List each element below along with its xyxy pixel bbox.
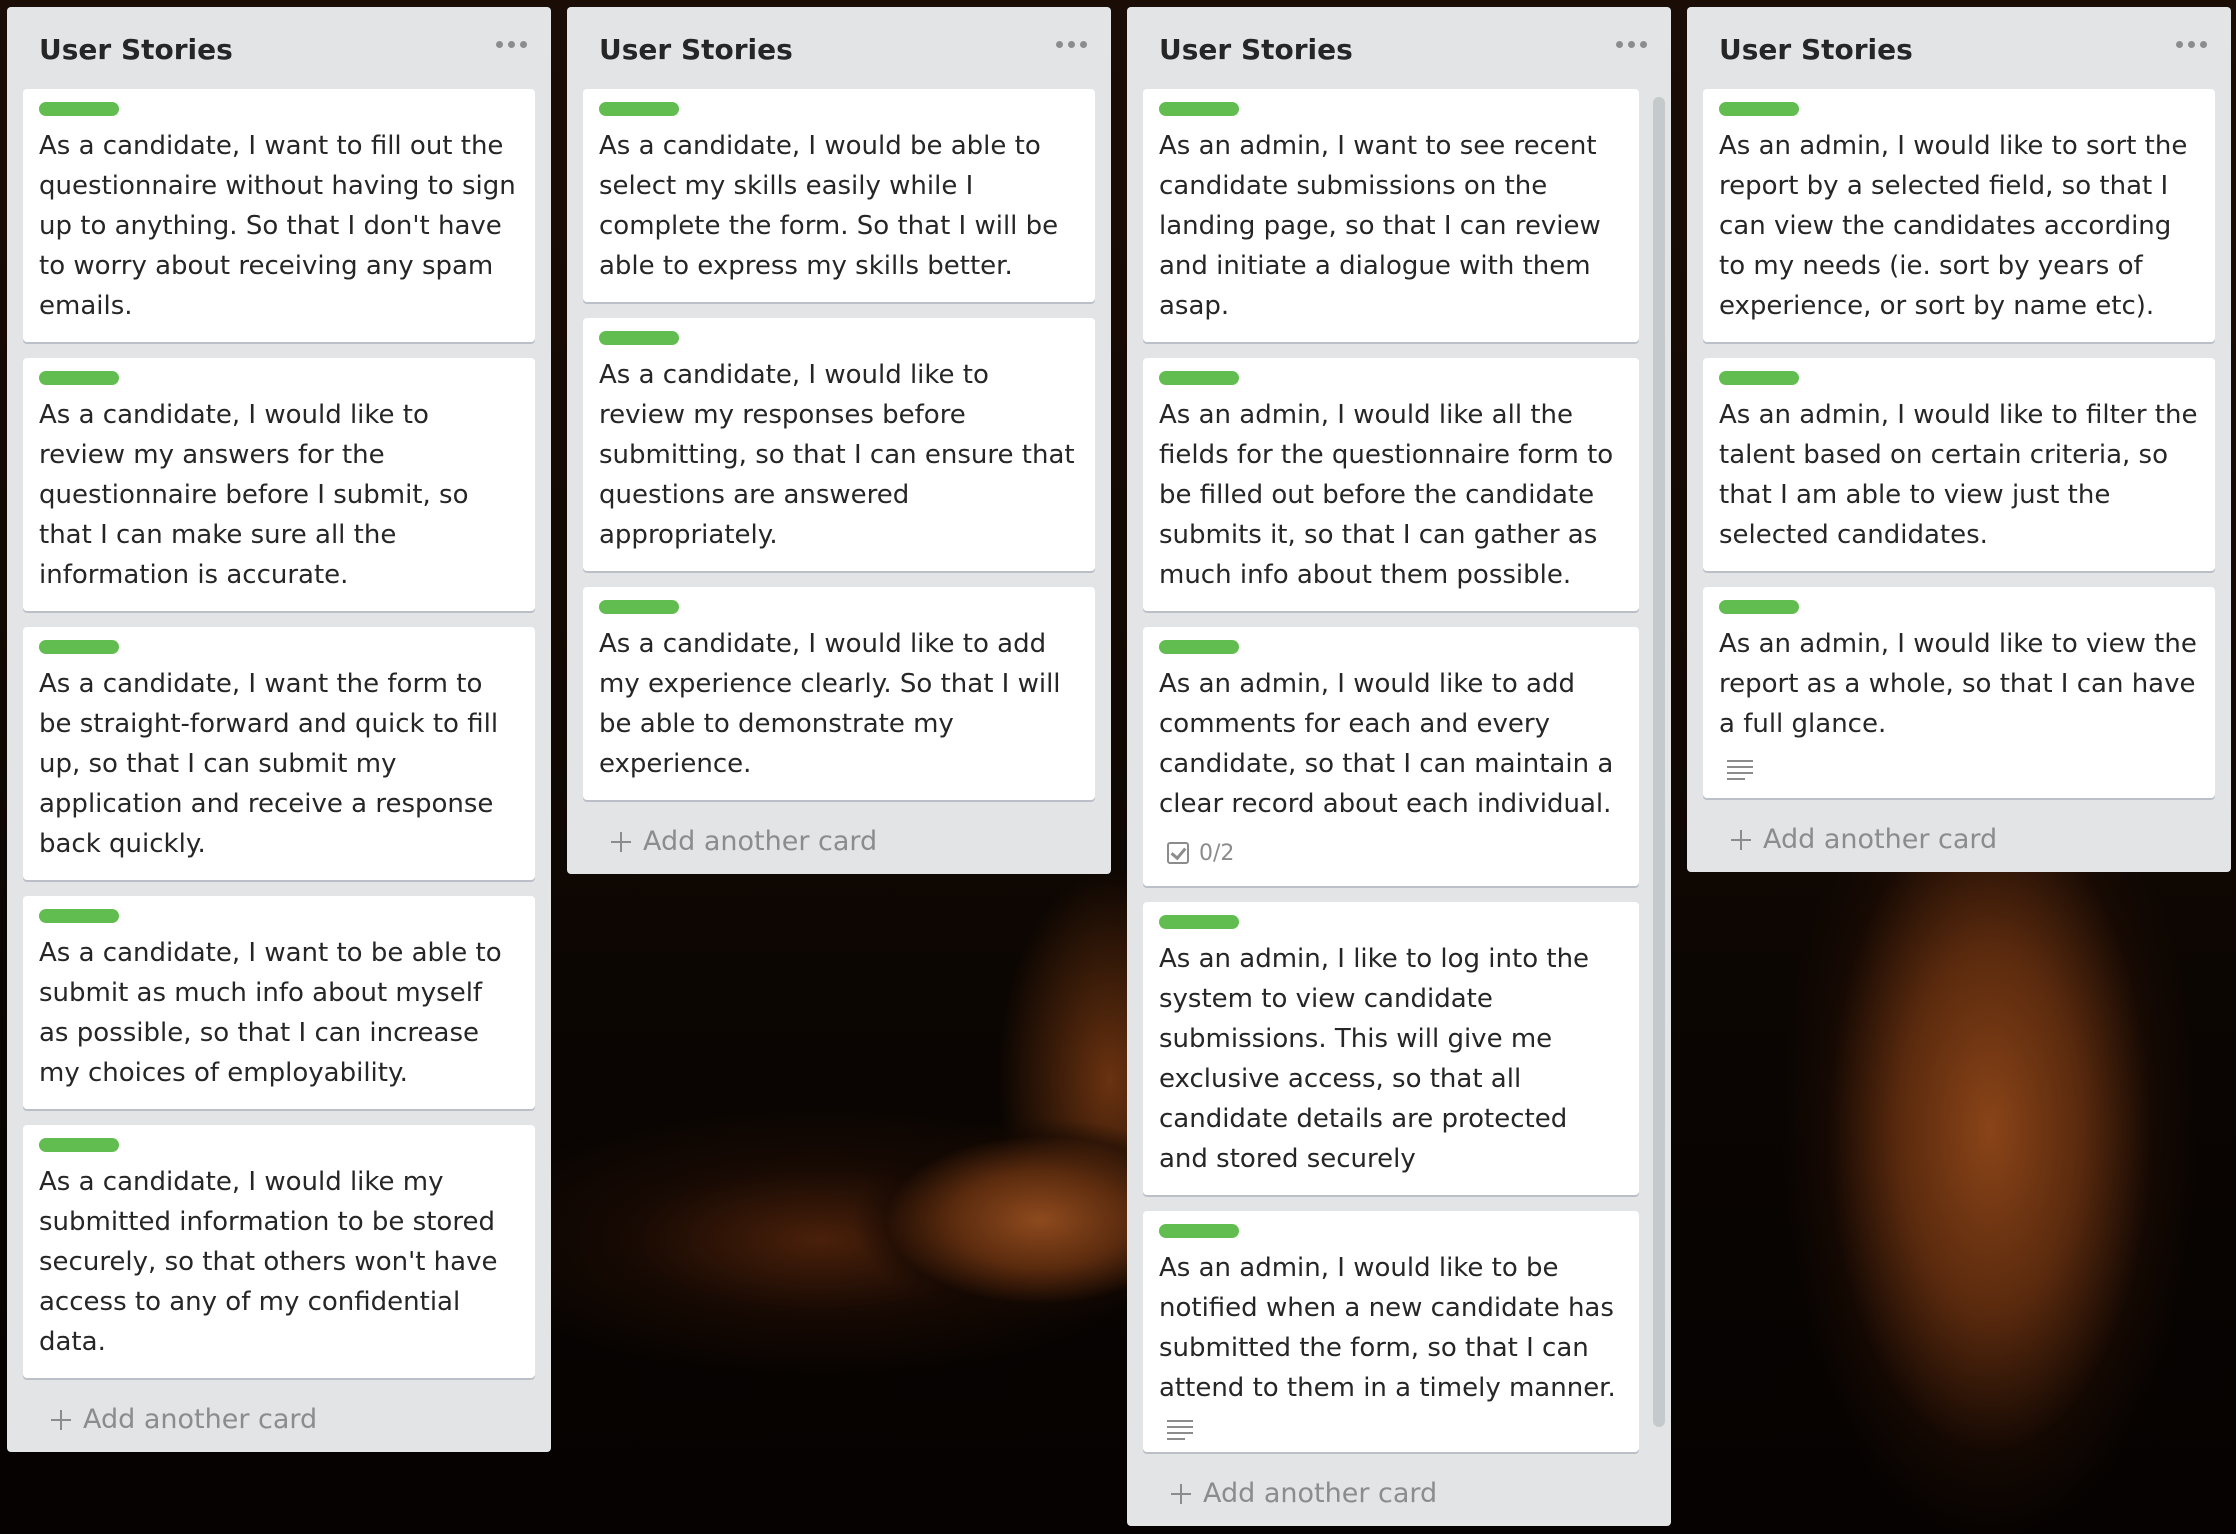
card[interactable]: As an admin, I would like all the fields… bbox=[1143, 358, 1639, 611]
plus-icon bbox=[51, 1410, 71, 1430]
green-label[interactable] bbox=[1159, 640, 1239, 654]
green-label[interactable] bbox=[39, 102, 119, 116]
add-card-button[interactable]: Add another card bbox=[567, 808, 1111, 874]
card-list: As an admin, I want to see recent candid… bbox=[1127, 89, 1671, 1452]
checklist-icon bbox=[1167, 842, 1189, 864]
more-options-icon[interactable] bbox=[2171, 29, 2211, 59]
card[interactable]: As an admin, I would like to sort the re… bbox=[1703, 89, 2215, 342]
add-card-label: Add another card bbox=[643, 825, 878, 857]
green-label[interactable] bbox=[1159, 102, 1239, 116]
card[interactable]: As a candidate, I want to be able to sub… bbox=[23, 896, 535, 1109]
list-header: User Stories bbox=[1127, 7, 1671, 89]
card-title: As a candidate, I would like to review m… bbox=[39, 400, 469, 590]
card-title: As an admin, I would like all the fields… bbox=[1159, 400, 1614, 590]
more-options-icon[interactable] bbox=[491, 29, 531, 59]
green-label[interactable] bbox=[1159, 1224, 1239, 1238]
card[interactable]: As an admin, I would like to filter the … bbox=[1703, 358, 2215, 571]
list-column: User Stories As a candidate, I would be … bbox=[567, 7, 1111, 874]
card-title: As a candidate, I would like to review m… bbox=[599, 360, 1075, 550]
card-title: As an admin, I want to see recent candid… bbox=[1159, 131, 1601, 321]
list-title[interactable]: User Stories bbox=[599, 33, 793, 66]
list-header: User Stories bbox=[7, 7, 551, 89]
list-header: User Stories bbox=[567, 7, 1111, 89]
list-column: User Stories As an admin, I want to see … bbox=[1127, 7, 1671, 1526]
green-label[interactable] bbox=[39, 371, 119, 385]
card-title: As a candidate, I would like my submitte… bbox=[39, 1167, 498, 1357]
green-label[interactable] bbox=[39, 909, 119, 923]
plus-icon bbox=[611, 832, 631, 852]
card-title: As a candidate, I want to fill out the q… bbox=[39, 131, 516, 321]
add-card-button[interactable]: Add another card bbox=[1687, 806, 2231, 872]
list-title[interactable]: User Stories bbox=[1719, 33, 1913, 66]
more-options-icon[interactable] bbox=[1051, 29, 1091, 59]
green-label[interactable] bbox=[599, 600, 679, 614]
card[interactable]: As a candidate, I want to fill out the q… bbox=[23, 89, 535, 342]
board: User Stories As a candidate, I want to f… bbox=[0, 0, 2236, 1534]
card[interactable]: As a candidate, I want the form to be st… bbox=[23, 627, 535, 880]
card-list: As a candidate, I would be able to selec… bbox=[567, 89, 1111, 800]
card-list: As an admin, I would like to sort the re… bbox=[1687, 89, 2231, 798]
card-badges bbox=[1719, 756, 2199, 782]
list-header: User Stories bbox=[1687, 7, 2231, 89]
card-title: As an admin, I would like to add comment… bbox=[1159, 669, 1614, 819]
card[interactable]: As an admin, I would like to view the re… bbox=[1703, 587, 2215, 798]
list-title[interactable]: User Stories bbox=[1159, 33, 1353, 66]
card-title: As an admin, I would like to view the re… bbox=[1719, 629, 2197, 739]
card-title: As a candidate, I want the form to be st… bbox=[39, 669, 499, 859]
add-card-button[interactable]: Add another card bbox=[1127, 1460, 1671, 1526]
card-title: As a candidate, I would like to add my e… bbox=[599, 629, 1061, 779]
card[interactable]: As an admin, I would like to add comment… bbox=[1143, 627, 1639, 886]
green-label[interactable] bbox=[1719, 600, 1799, 614]
checklist-count: 0/2 bbox=[1199, 840, 1235, 866]
green-label[interactable] bbox=[1719, 102, 1799, 116]
green-label[interactable] bbox=[39, 1138, 119, 1152]
plus-icon bbox=[1171, 1484, 1191, 1504]
green-label[interactable] bbox=[1719, 371, 1799, 385]
description-icon bbox=[1727, 758, 1753, 780]
add-card-label: Add another card bbox=[83, 1403, 318, 1435]
card-badges: 0/2 bbox=[1159, 836, 1623, 870]
list-column: User Stories As a candidate, I want to f… bbox=[7, 7, 551, 1452]
green-label[interactable] bbox=[599, 331, 679, 345]
card-badges bbox=[1159, 1416, 1623, 1442]
card[interactable]: As a candidate, I would like to review m… bbox=[23, 358, 535, 611]
card[interactable]: As an admin, I would like to be notified… bbox=[1143, 1211, 1639, 1452]
add-card-button[interactable]: Add another card bbox=[7, 1386, 551, 1452]
card-title: As an admin, I like to log into the syst… bbox=[1159, 944, 1590, 1174]
more-options-icon[interactable] bbox=[1611, 29, 1651, 59]
card-title: As an admin, I would like to sort the re… bbox=[1719, 131, 2188, 321]
card-title: As an admin, I would like to be notified… bbox=[1159, 1253, 1616, 1403]
card-title: As an admin, I would like to filter the … bbox=[1719, 400, 2198, 550]
card[interactable]: As an admin, I like to log into the syst… bbox=[1143, 902, 1639, 1195]
description-icon bbox=[1167, 1418, 1193, 1440]
card[interactable]: As a candidate, I would be able to selec… bbox=[583, 89, 1095, 302]
card[interactable]: As a candidate, I would like to add my e… bbox=[583, 587, 1095, 800]
card[interactable]: As a candidate, I would like my submitte… bbox=[23, 1125, 535, 1378]
card[interactable]: As an admin, I want to see recent candid… bbox=[1143, 89, 1639, 342]
green-label[interactable] bbox=[599, 102, 679, 116]
card-list: As a candidate, I want to fill out the q… bbox=[7, 89, 551, 1378]
add-card-label: Add another card bbox=[1203, 1477, 1438, 1509]
card-title: As a candidate, I would be able to selec… bbox=[599, 131, 1059, 281]
list-column: User Stories As an admin, I would like t… bbox=[1687, 7, 2231, 872]
green-label[interactable] bbox=[39, 640, 119, 654]
card-title: As a candidate, I want to be able to sub… bbox=[39, 938, 502, 1088]
green-label[interactable] bbox=[1159, 915, 1239, 929]
list-title[interactable]: User Stories bbox=[39, 33, 233, 66]
green-label[interactable] bbox=[1159, 371, 1239, 385]
plus-icon bbox=[1731, 830, 1751, 850]
card[interactable]: As a candidate, I would like to review m… bbox=[583, 318, 1095, 571]
add-card-label: Add another card bbox=[1763, 823, 1998, 855]
